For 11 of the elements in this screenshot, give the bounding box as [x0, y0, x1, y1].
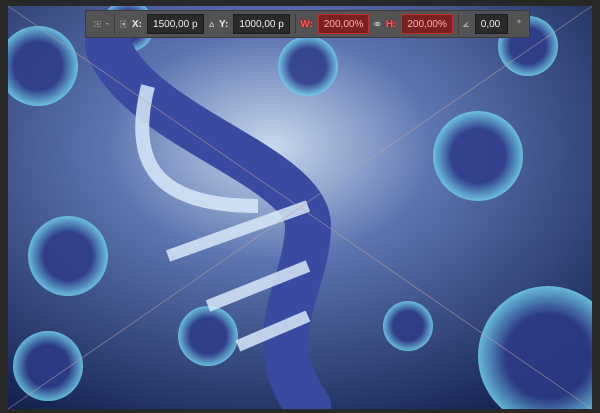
field-label: W: [300, 18, 313, 30]
value-field[interactable]: 200,00% [401, 14, 453, 34]
degree-unit: ° [517, 18, 522, 30]
field-label: Y: [219, 18, 228, 30]
link-icon[interactable] [374, 20, 381, 28]
field-label: H: [386, 18, 396, 30]
value-field[interactable]: 0,00 [474, 14, 508, 34]
value-field[interactable]: 1000,00 p [233, 14, 290, 34]
field-label: X: [132, 18, 142, 30]
value-field[interactable]: 200,00% [318, 14, 370, 34]
value-field[interactable]: 1500,00 p [147, 14, 204, 34]
